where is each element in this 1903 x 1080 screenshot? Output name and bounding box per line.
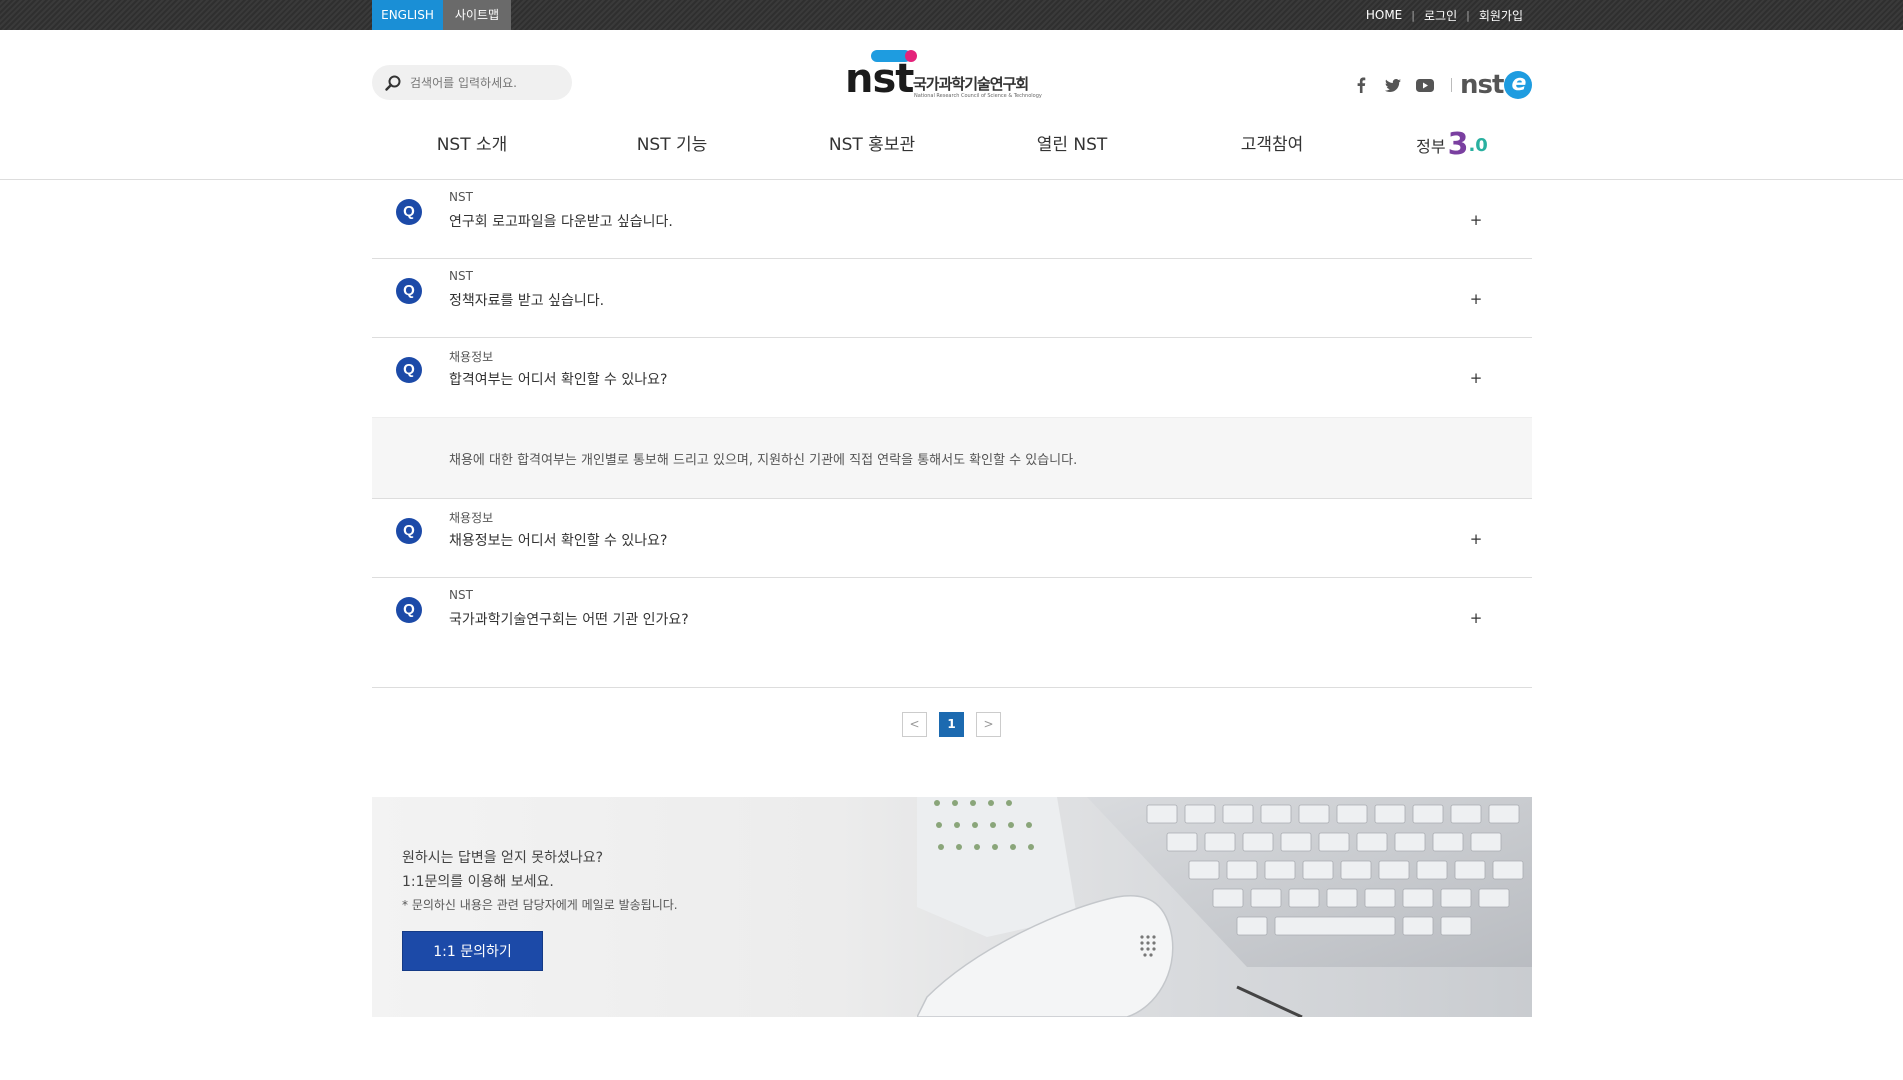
page-number-current[interactable]: 1: [939, 712, 964, 737]
logo-english-name: National Research Council of Science & T…: [914, 93, 1042, 99]
nst-logo[interactable]: nst 국가과학기술연구회 National Research Council …: [845, 48, 1060, 104]
nav-customer[interactable]: 고객참여: [1172, 125, 1372, 165]
login-link[interactable]: 로그인: [1424, 7, 1457, 24]
english-site-link[interactable]: ENGLISH: [372, 0, 443, 30]
banner-line-2: 1:1문의를 이용해 보세요.: [402, 874, 554, 890]
telephone-keyboard-illustration: [917, 797, 1532, 1017]
twitter-icon[interactable]: [1377, 78, 1409, 92]
separator: |: [1466, 8, 1470, 22]
next-page-button[interactable]: >: [976, 712, 1001, 737]
youtube-icon[interactable]: [1409, 78, 1441, 92]
gov30-text: 정부: [1416, 137, 1446, 156]
faq-question[interactable]: 채용정보는 어디서 확인할 수 있나요?: [449, 530, 667, 550]
one-to-one-inquiry-button[interactable]: 1:1 문의하기: [402, 931, 543, 971]
home-link[interactable]: HOME: [1366, 8, 1402, 22]
divider: [1451, 78, 1452, 92]
question-icon: Q: [396, 199, 422, 225]
nst-e-link[interactable]: nst e: [1460, 70, 1533, 100]
logo-korean-name: 국가과학기술연구회: [913, 75, 1029, 93]
question-icon: Q: [396, 357, 422, 383]
faq-item[interactable]: Q 채용정보 합격여부는 어디서 확인할 수 있나요? +: [372, 338, 1532, 417]
question-icon: Q: [396, 278, 422, 304]
expand-icon[interactable]: +: [1468, 211, 1484, 229]
faq-category: 채용정보: [449, 511, 494, 525]
main-nav: NST 소개 NST 기능 NST 홍보관 열린 NST 고객참여 정부 3 .…: [372, 125, 1532, 165]
faq-category: NST: [449, 588, 473, 602]
separator: |: [1411, 8, 1415, 22]
expand-icon[interactable]: +: [1468, 290, 1484, 308]
faq-category: NST: [449, 269, 473, 283]
question-icon: Q: [396, 597, 422, 623]
gov30-link[interactable]: 정부 3 .0: [1372, 125, 1532, 165]
sitemap-link[interactable]: 사이트맵: [443, 0, 511, 30]
faq-item[interactable]: Q NST 연구회 로고파일을 다운받고 싶습니다. +: [372, 180, 1532, 259]
nav-nst-promo[interactable]: NST 홍보관: [772, 125, 972, 165]
nav-open-nst[interactable]: 열린 NST: [972, 125, 1172, 165]
prev-page-button[interactable]: <: [902, 712, 927, 737]
search-box: [372, 65, 572, 100]
faq-question[interactable]: 합격여부는 어디서 확인할 수 있나요?: [449, 369, 667, 389]
nav-nst-function[interactable]: NST 기능: [572, 125, 772, 165]
top-utility-bar: ENGLISH 사이트맵 HOME | 로그인 | 회원가입: [0, 0, 1903, 30]
social-links: nst e: [1345, 70, 1533, 100]
faq-answer: 채용에 대한 합격여부는 개인별로 통보해 드리고 있으며, 지원하신 기관에 …: [372, 417, 1532, 499]
question-icon: Q: [396, 518, 422, 544]
faq-list: Q NST 연구회 로고파일을 다운받고 싶습니다. + Q NST 정책자료를…: [372, 180, 1532, 688]
banner-line-1: 원하시는 답변을 얻지 못하셨나요?: [402, 850, 604, 866]
faq-item[interactable]: Q 채용정보 채용정보는 어디서 확인할 수 있나요? +: [372, 499, 1532, 578]
search-icon[interactable]: [372, 75, 404, 91]
faq-question[interactable]: 국가과학기술연구회는 어떤 기관 인가요?: [449, 609, 689, 629]
faq-question[interactable]: 정책자료를 받고 싶습니다.: [449, 290, 604, 310]
faq-item[interactable]: Q NST 정책자료를 받고 싶습니다. +: [372, 259, 1532, 338]
gov30-number: 3: [1447, 127, 1469, 162]
logo-wordmark: nst: [845, 56, 914, 102]
faq-answer-text: 채용에 대한 합격여부는 개인별로 통보해 드리고 있으며, 지원하신 기관에 …: [449, 453, 1078, 468]
nav-nst-intro[interactable]: NST 소개: [372, 125, 572, 165]
nste-label: nst: [1460, 70, 1504, 100]
pagination: < 1 >: [902, 712, 1013, 737]
expand-icon[interactable]: +: [1468, 609, 1484, 627]
expand-icon[interactable]: +: [1468, 369, 1484, 387]
util-links: HOME | 로그인 | 회원가입: [1366, 0, 1523, 30]
search-input[interactable]: [410, 75, 560, 90]
nste-e-badge: e: [1504, 71, 1533, 99]
facebook-icon[interactable]: [1345, 77, 1377, 93]
faq-item[interactable]: Q NST 국가과학기술연구회는 어떤 기관 인가요? +: [372, 578, 1532, 688]
signup-link[interactable]: 회원가입: [1479, 7, 1523, 24]
expand-icon[interactable]: +: [1468, 530, 1484, 548]
faq-question[interactable]: 연구회 로고파일을 다운받고 싶습니다.: [449, 211, 673, 231]
gov30-decimal: .0: [1468, 134, 1488, 156]
banner-note: * 문의하신 내용은 관련 담당자에게 메일로 발송됩니다.: [402, 898, 678, 912]
inquiry-banner: 원하시는 답변을 얻지 못하셨나요? 1:1문의를 이용해 보세요. * 문의하…: [372, 797, 1532, 1017]
faq-category: 채용정보: [449, 350, 494, 364]
faq-category: NST: [449, 190, 473, 204]
